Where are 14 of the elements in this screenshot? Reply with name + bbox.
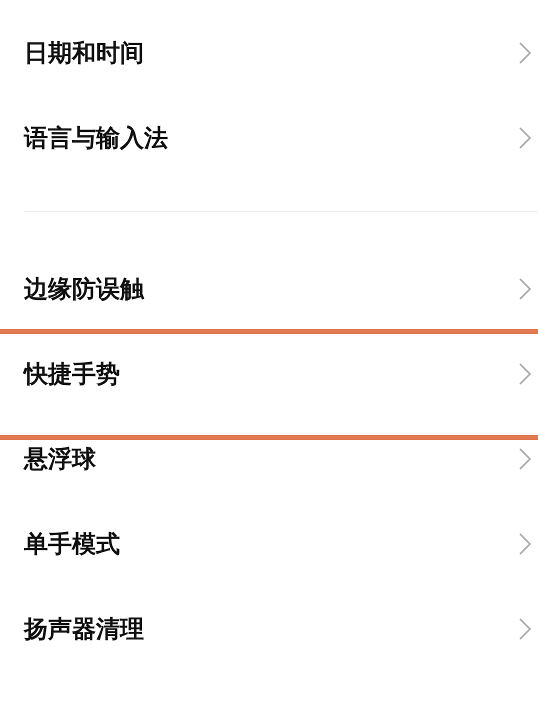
chevron-right-icon [518, 126, 532, 150]
settings-item[interactable]: 边缘防误触 [0, 246, 538, 331]
settings-item[interactable]: 扬声器清理 [0, 586, 538, 671]
chevron-right-icon [518, 446, 532, 470]
settings-item[interactable]: 悬浮球 [0, 416, 538, 501]
chevron-right-icon [518, 532, 532, 556]
chevron-right-icon [518, 616, 532, 640]
settings-item[interactable]: 单手模式 [0, 501, 538, 586]
settings-item[interactable]: 语言与输入法 [0, 95, 538, 180]
chevron-right-icon [518, 362, 532, 386]
settings-item[interactable]: 快捷手势 [0, 331, 538, 416]
chevron-right-icon [518, 40, 532, 64]
chevron-right-icon [518, 276, 532, 300]
settings-item[interactable]: 日期和时间 [0, 10, 538, 95]
